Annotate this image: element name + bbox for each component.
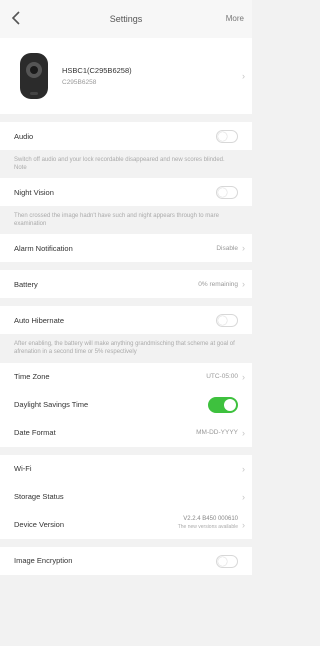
daylight-savings-row: Daylight Savings Time xyxy=(0,390,252,419)
device-id: C295B6258 xyxy=(62,79,97,86)
header: Settings More xyxy=(0,0,252,38)
camera-icon xyxy=(20,53,48,99)
device-version-note: The new versions available xyxy=(177,523,238,530)
auto-hibernate-toggle[interactable] xyxy=(216,314,238,328)
date-format-row[interactable]: Date Format MM-DD-YYYY › xyxy=(0,418,252,447)
time-zone-value: UTC-05:00 xyxy=(206,373,238,381)
chevron-right-icon: › xyxy=(242,463,245,474)
audio-toggle[interactable] xyxy=(216,130,238,143)
auto-hibernate-label: Auto Hibernate xyxy=(14,315,65,325)
chevron-right-icon: › xyxy=(242,279,245,290)
wifi-label: Wi-Fi xyxy=(14,464,32,474)
time-zone-row[interactable]: Time Zone UTC-05:00 › xyxy=(0,362,252,391)
chevron-right-icon: › xyxy=(242,427,245,438)
image-encryption-toggle[interactable] xyxy=(216,554,238,568)
storage-status-label: Storage Status xyxy=(14,492,64,502)
auto-hibernate-row: Auto Hibernate xyxy=(0,306,252,335)
alarm-notification-row[interactable]: Alarm Notification Disable › xyxy=(0,234,252,263)
battery-value: 0% remaining xyxy=(198,280,238,288)
night-vision-row: Night Vision xyxy=(0,178,252,207)
device-version-value: V2.2.4 B450 000610 xyxy=(183,515,238,522)
image-encryption-label: Image Encryption xyxy=(14,556,73,566)
device-version-label: Device Version xyxy=(14,520,65,530)
alarm-notification-label: Alarm Notification xyxy=(14,243,73,253)
more-button[interactable]: More xyxy=(226,14,244,23)
image-encryption-row: Image Encryption xyxy=(0,546,252,575)
wifi-row[interactable]: Wi-Fi › xyxy=(0,454,252,483)
page-title: Settings xyxy=(109,14,143,24)
date-format-label: Date Format xyxy=(14,428,56,438)
chevron-right-icon: › xyxy=(242,243,245,254)
battery-label: Battery xyxy=(14,279,38,289)
audio-description: Switch off audio and your lock recordabl… xyxy=(0,150,252,179)
chevron-right-icon: › xyxy=(242,371,245,382)
daylight-savings-toggle[interactable] xyxy=(208,396,238,413)
date-format-value: MM-DD-YYYY xyxy=(196,429,238,437)
night-vision-label: Night Vision xyxy=(14,187,54,197)
auto-hibernate-description: After enabling, the battery will make an… xyxy=(0,334,252,363)
chevron-right-icon: › xyxy=(242,491,245,502)
settings-screen: Settings More HSBC1(C295B6258) C295B6258… xyxy=(0,0,252,646)
alarm-notification-value: Disable xyxy=(216,244,238,252)
chevron-right-icon: › xyxy=(242,519,245,530)
daylight-savings-label: Daylight Savings Time xyxy=(14,400,89,410)
chevron-right-icon: › xyxy=(242,71,245,81)
night-vision-description: Then crossed the image hadn't have such … xyxy=(0,206,252,235)
device-card[interactable]: HSBC1(C295B6258) C295B6258 › xyxy=(0,38,252,114)
device-version-row[interactable]: Device Version V2.2.4 B450 000610 The ne… xyxy=(0,510,252,539)
battery-row[interactable]: Battery 0% remaining › xyxy=(0,270,252,299)
time-zone-label: Time Zone xyxy=(14,372,50,382)
storage-status-row[interactable]: Storage Status › xyxy=(0,482,252,511)
night-vision-toggle[interactable] xyxy=(216,186,238,200)
device-name: HSBC1(C295B6258) xyxy=(62,66,132,75)
audio-row: Audio xyxy=(0,122,252,150)
audio-label: Audio xyxy=(14,131,34,141)
